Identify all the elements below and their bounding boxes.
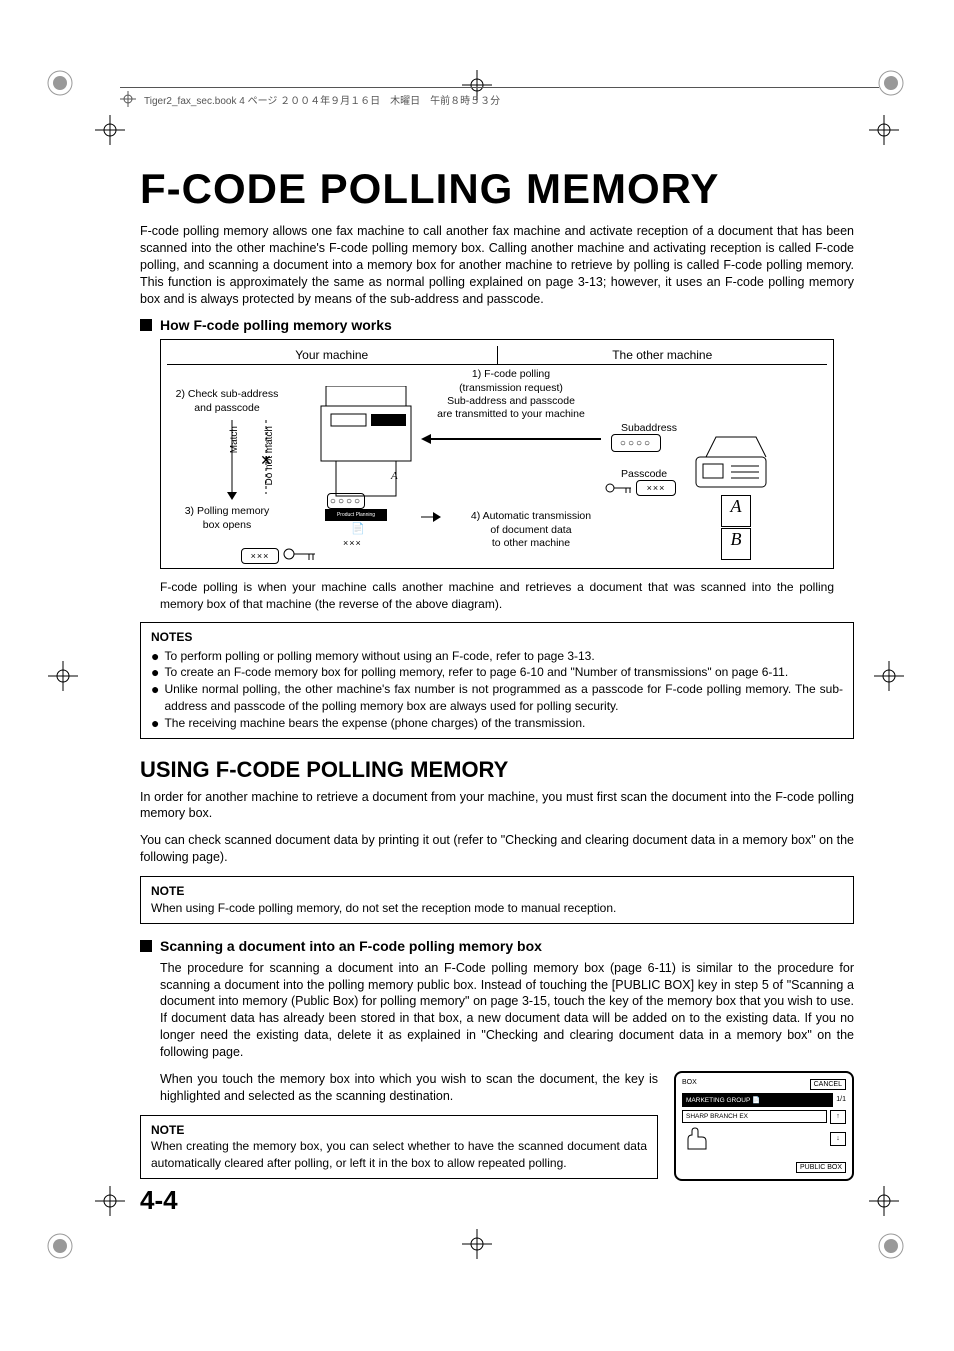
hand-pointer-icon	[682, 1127, 712, 1151]
diagram-step2: 2) Check sub-address and passcode	[167, 388, 287, 414]
diagram-passcode-value: ×××	[636, 480, 676, 496]
crosshair-icon	[874, 661, 904, 691]
document-icon: 📄	[351, 522, 365, 535]
crop-info-text: Tiger2_fax_sec.book 4 ページ ２００４年９月１６日 木曜日…	[144, 92, 500, 107]
note-item: Unlike normal polling, the other machine…	[164, 681, 843, 715]
diagram-step4: 4) Automatic transmission of document da…	[446, 510, 616, 549]
diagram-product-label: Product Planning	[325, 509, 387, 521]
note-title: NOTE	[151, 1122, 647, 1139]
section2-p1: In order for another machine to retrieve…	[140, 789, 854, 823]
lcd-up-arrow[interactable]: ↑	[830, 1110, 846, 1124]
section-heading-using: USING F-CODE POLLING MEMORY	[140, 757, 854, 783]
arrow-right-icon	[421, 510, 441, 524]
registration-mark-icon	[45, 68, 75, 98]
printer-icon	[311, 386, 421, 506]
section2-p2: You can check scanned document data by p…	[140, 832, 854, 866]
lcd-box-label: BOX	[682, 1079, 697, 1090]
page-title: F-CODE POLLING MEMORY	[140, 165, 854, 213]
lcd-memory-box-key[interactable]: SHARP BRANCH EX	[682, 1110, 827, 1123]
lcd-page-indicator: 1/1	[836, 1096, 846, 1103]
section3-p1: The procedure for scanning a document in…	[160, 960, 854, 1061]
document-a-small: A	[391, 470, 398, 482]
manual-page: Tiger2_fax_sec.book 4 ページ ２００４年９月１６日 木曜日…	[0, 0, 954, 1351]
diagram-passcode-xxx: ×××	[343, 538, 362, 548]
page-number: 4-4	[140, 1185, 178, 1216]
registration-mark-icon	[876, 68, 906, 98]
diagram-header-right: The other machine	[498, 346, 828, 364]
diagram-step1: 1) F-code polling (transmission request)…	[421, 368, 601, 421]
note-item: To create an F-code memory box for polli…	[164, 664, 788, 681]
crosshair-icon	[95, 1186, 125, 1216]
note-item: To perform polling or polling memory wit…	[164, 648, 594, 665]
section-heading-scanning: Scanning a document into an F-code polli…	[140, 938, 854, 954]
note-title: NOTE	[151, 883, 843, 900]
registration-mark-icon	[45, 1231, 75, 1261]
key-icon	[283, 545, 318, 563]
document-b-icon: B	[721, 528, 751, 560]
crosshair-icon	[869, 115, 899, 145]
notes-box-1: NOTES ●To perform polling or polling mem…	[140, 622, 854, 739]
page-content: F-CODE POLLING MEMORY F-code polling mem…	[140, 165, 854, 1181]
arrow-left-icon	[421, 432, 601, 446]
square-bullet-icon	[140, 319, 152, 331]
lcd-memory-box-key[interactable]: MARKETING GROUP 📄	[682, 1093, 833, 1107]
lcd-screen: BOX CANCEL MARKETING GROUP 📄 1/1 SHARP B…	[674, 1071, 854, 1181]
note-text: When creating the memory box, you can se…	[151, 1138, 647, 1172]
registration-mark-icon	[876, 1231, 906, 1261]
crosshair-icon	[48, 661, 78, 691]
svg-text:✕: ✕	[260, 452, 272, 468]
crosshair-icon	[869, 1186, 899, 1216]
intro-paragraph: F-code polling memory allows one fax mac…	[140, 223, 854, 307]
lcd-down-arrow[interactable]: ↓	[830, 1132, 846, 1146]
notes-title: NOTES	[151, 629, 843, 646]
crop-header: Tiger2_fax_sec.book 4 ページ ２００４年９月１６日 木曜日…	[120, 87, 879, 107]
diagram-step3: 3) Polling memory box opens	[167, 505, 287, 531]
lcd-public-box-button[interactable]: PUBLIC BOX	[796, 1162, 846, 1173]
arrow-dashed-icon: ✕	[259, 420, 273, 500]
section-heading-how-it-works: How F-code polling memory works	[140, 317, 854, 333]
crosshair-icon	[95, 115, 125, 145]
section3-p2: When you touch the memory box into which…	[160, 1071, 658, 1105]
fax-machine-icon	[691, 432, 771, 492]
polling-diagram: Your machine The other machine 1) F-code…	[160, 339, 834, 569]
diagram-xxx-box: ×××	[241, 548, 279, 564]
diagram-header-left: Your machine	[167, 346, 498, 364]
arrow-down-icon	[225, 420, 239, 500]
diagram-subaddr-box: ○○○○	[327, 493, 365, 509]
note-box-2: NOTE When using F-code polling memory, d…	[140, 876, 854, 924]
note-box-3: NOTE When creating the memory box, you c…	[140, 1115, 658, 1179]
key-icon	[605, 480, 633, 496]
crosshair-icon	[462, 1229, 492, 1259]
diagram-subaddr-value: ○○○○	[611, 434, 661, 452]
document-a-icon: A	[721, 495, 751, 527]
crosshair-icon	[120, 91, 136, 107]
lcd-cancel-button[interactable]: CANCEL	[810, 1079, 846, 1090]
note-item: The receiving machine bears the expense …	[164, 715, 585, 732]
square-bullet-icon	[140, 940, 152, 952]
note-text: When using F-code polling memory, do not…	[151, 900, 843, 917]
diagram-caption: F-code polling is when your machine call…	[160, 579, 834, 611]
